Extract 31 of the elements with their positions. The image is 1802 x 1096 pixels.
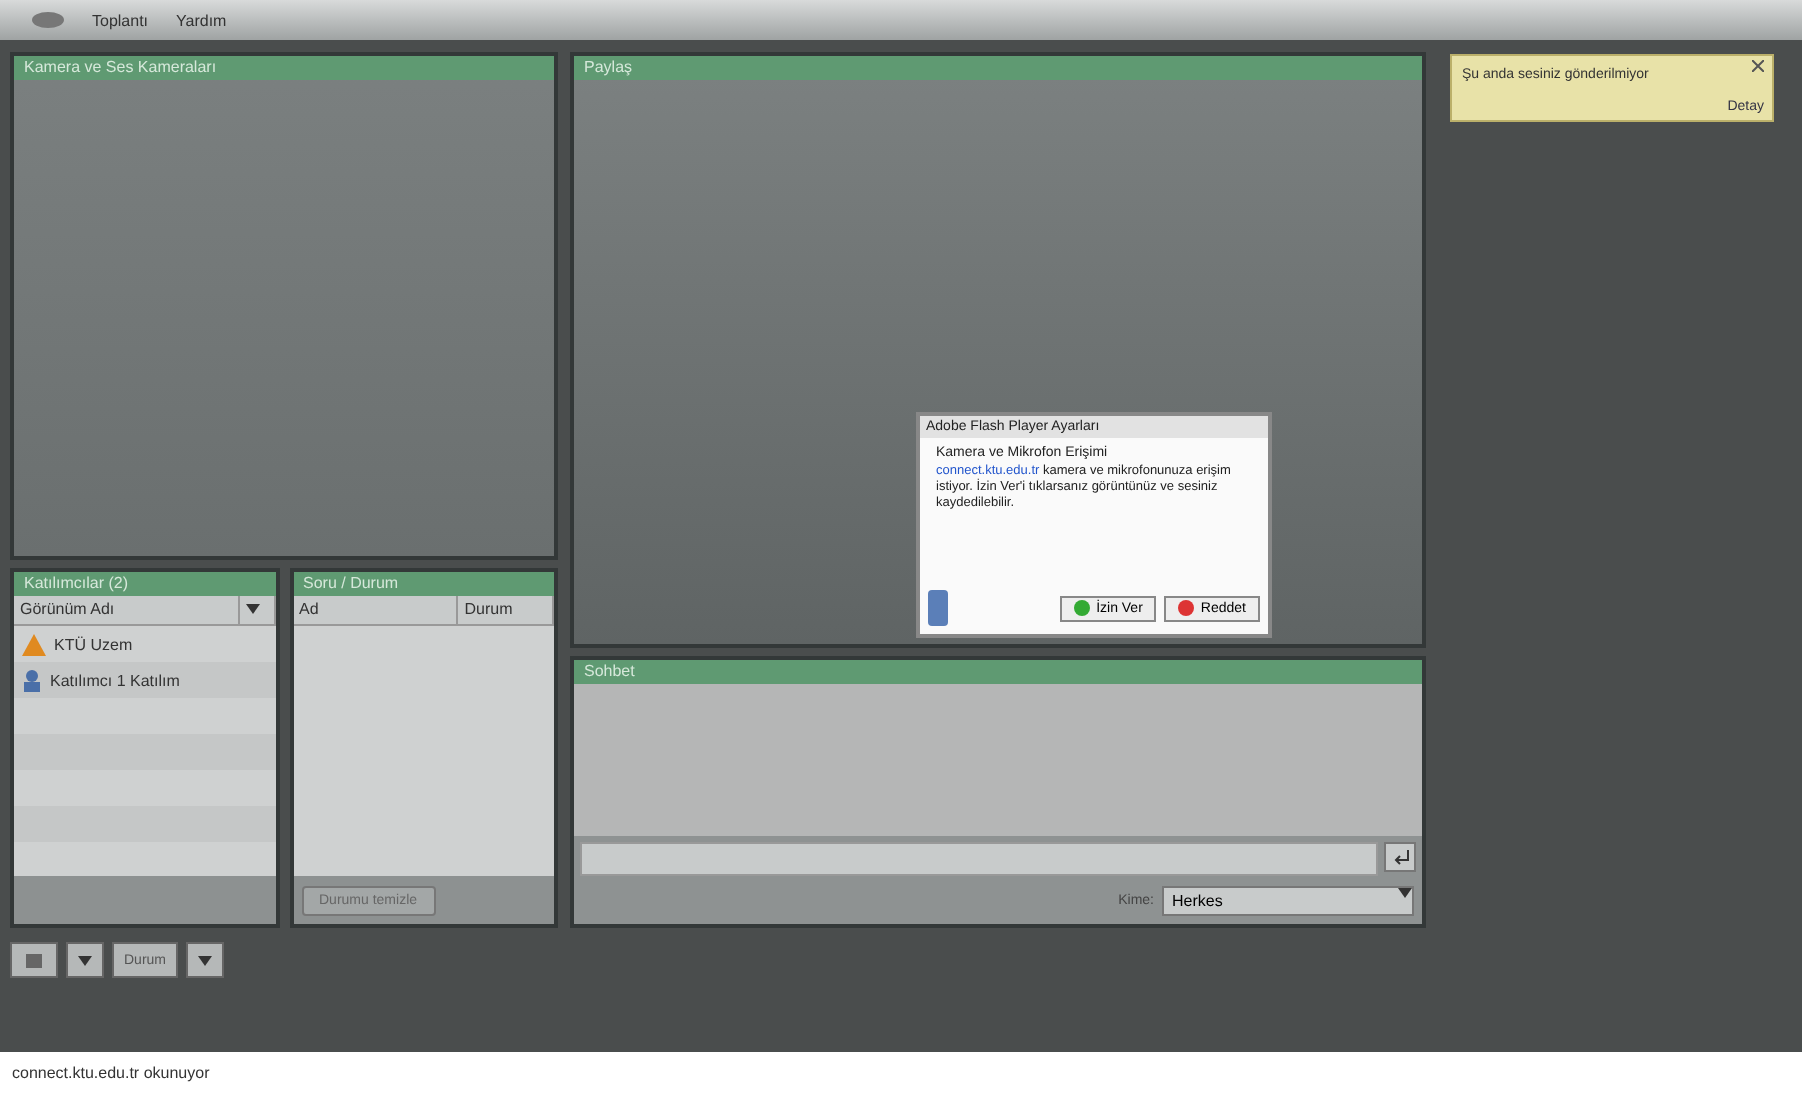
panel-title: Katılımcılar (2) — [14, 572, 275, 596]
attendee-item[interactable]: KTÜ Uzem — [14, 626, 275, 662]
stop-icon — [1178, 600, 1195, 616]
person-icon — [22, 669, 42, 691]
dropdown-button[interactable] — [66, 942, 104, 978]
audio-button[interactable] — [10, 942, 58, 978]
caret-icon — [1398, 888, 1412, 898]
caret-icon — [245, 604, 259, 614]
recipient-dropdown[interactable]: Herkes — [1162, 886, 1414, 916]
chat-input[interactable] — [580, 842, 1378, 876]
attendee-item[interactable]: Katılımcı 1 Katılım — [14, 662, 275, 698]
enter-icon — [1391, 849, 1409, 865]
caret-icon — [198, 955, 213, 965]
panel-title: Paylaş — [574, 56, 1422, 80]
check-icon — [1074, 600, 1091, 616]
caret-icon — [78, 955, 92, 965]
column-header[interactable]: Ad — [293, 596, 459, 624]
close-icon[interactable] — [1752, 60, 1764, 72]
column-header[interactable]: Durum — [458, 596, 554, 624]
status-bar: connect.ktu.edu.tr okunuyor — [0, 1052, 1802, 1096]
dropdown-button[interactable] — [186, 942, 225, 978]
attendee-name: Katılımcı 1 Katılım — [50, 671, 180, 689]
panel-title: Sohbet — [574, 660, 1422, 684]
attendee-name: KTÜ Uzem — [54, 635, 133, 653]
panel-title: Soru / Durum — [293, 572, 554, 596]
menu-item[interactable]: Yardım — [176, 11, 227, 29]
send-button[interactable] — [1384, 842, 1416, 872]
logo-icon[interactable] — [32, 12, 64, 28]
panel-title: Kamera ve Ses Kameraları — [14, 56, 554, 80]
warning-icon — [22, 633, 46, 655]
menu-item[interactable]: Toplantı — [92, 11, 149, 29]
